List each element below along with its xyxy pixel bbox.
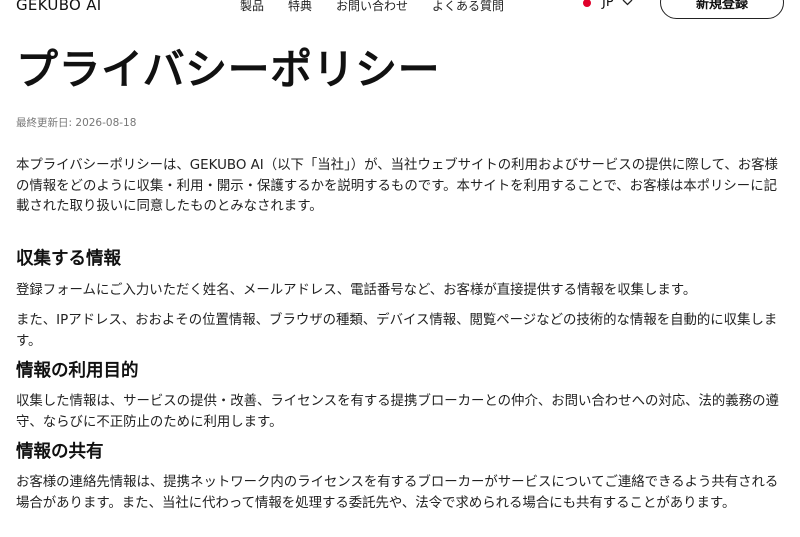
last-updated: 最終更新日: 2026-08-18 <box>16 115 786 130</box>
page-title: プライバシーポリシー <box>16 45 441 94</box>
section-paragraph: 収集した情報は、サービスの提供・改善、ライセンスを有する提携ブローカーとの仲介、… <box>16 394 779 430</box>
section-heading-sharing: 情報の共有 <box>16 442 104 462</box>
nav-link-faq[interactable]: よくある質問 <box>432 0 504 14</box>
nav-link-benefits[interactable]: 特典 <box>288 0 312 14</box>
chevron-down-icon <box>622 0 633 9</box>
policy-content: プライバシーポリシー 最終更新日: 2026-08-18 本プライバシーポリシー… <box>16 40 786 514</box>
section-heading-usage: 情報の利用目的 <box>16 361 139 381</box>
privacy-policy-page: GEKUBO AI 製品 特典 お問い合わせ よくある質問 JP 新規登録 プラ… <box>0 0 800 537</box>
intro-paragraph: 本プライバシーポリシーは、GEKUBO AI（以下「当社」）が、当社ウェブサイト… <box>16 158 778 214</box>
nav-link-products[interactable]: 製品 <box>240 0 264 14</box>
site-header: GEKUBO AI 製品 特典 お問い合わせ よくある質問 JP 新規登録 <box>0 0 800 23</box>
language-label: JP <box>602 0 614 10</box>
section-paragraph: また、IPアドレス、おおよその位置情報、ブラウザの種類、デバイス情報、閲覧ページ… <box>16 313 778 349</box>
signup-button[interactable]: 新規登録 <box>660 0 784 19</box>
japan-flag-icon <box>583 0 591 7</box>
nav-link-contact[interactable]: お問い合わせ <box>336 0 408 14</box>
last-updated-label: 最終更新日: <box>16 117 73 129</box>
section-paragraph: お客様の連絡先情報は、提携ネットワーク内のライセンスを有するブローカーがサービス… <box>16 475 779 511</box>
section-paragraph: 登録フォームにご入力いただく姓名、メールアドレス、電話番号など、お客様が直接提供… <box>16 282 697 298</box>
language-selector[interactable]: JP <box>583 0 633 10</box>
brand-logo[interactable]: GEKUBO AI <box>16 0 102 14</box>
last-updated-date: 2026-08-18 <box>75 117 137 129</box>
section-heading-collected-info: 収集する情報 <box>16 248 121 269</box>
